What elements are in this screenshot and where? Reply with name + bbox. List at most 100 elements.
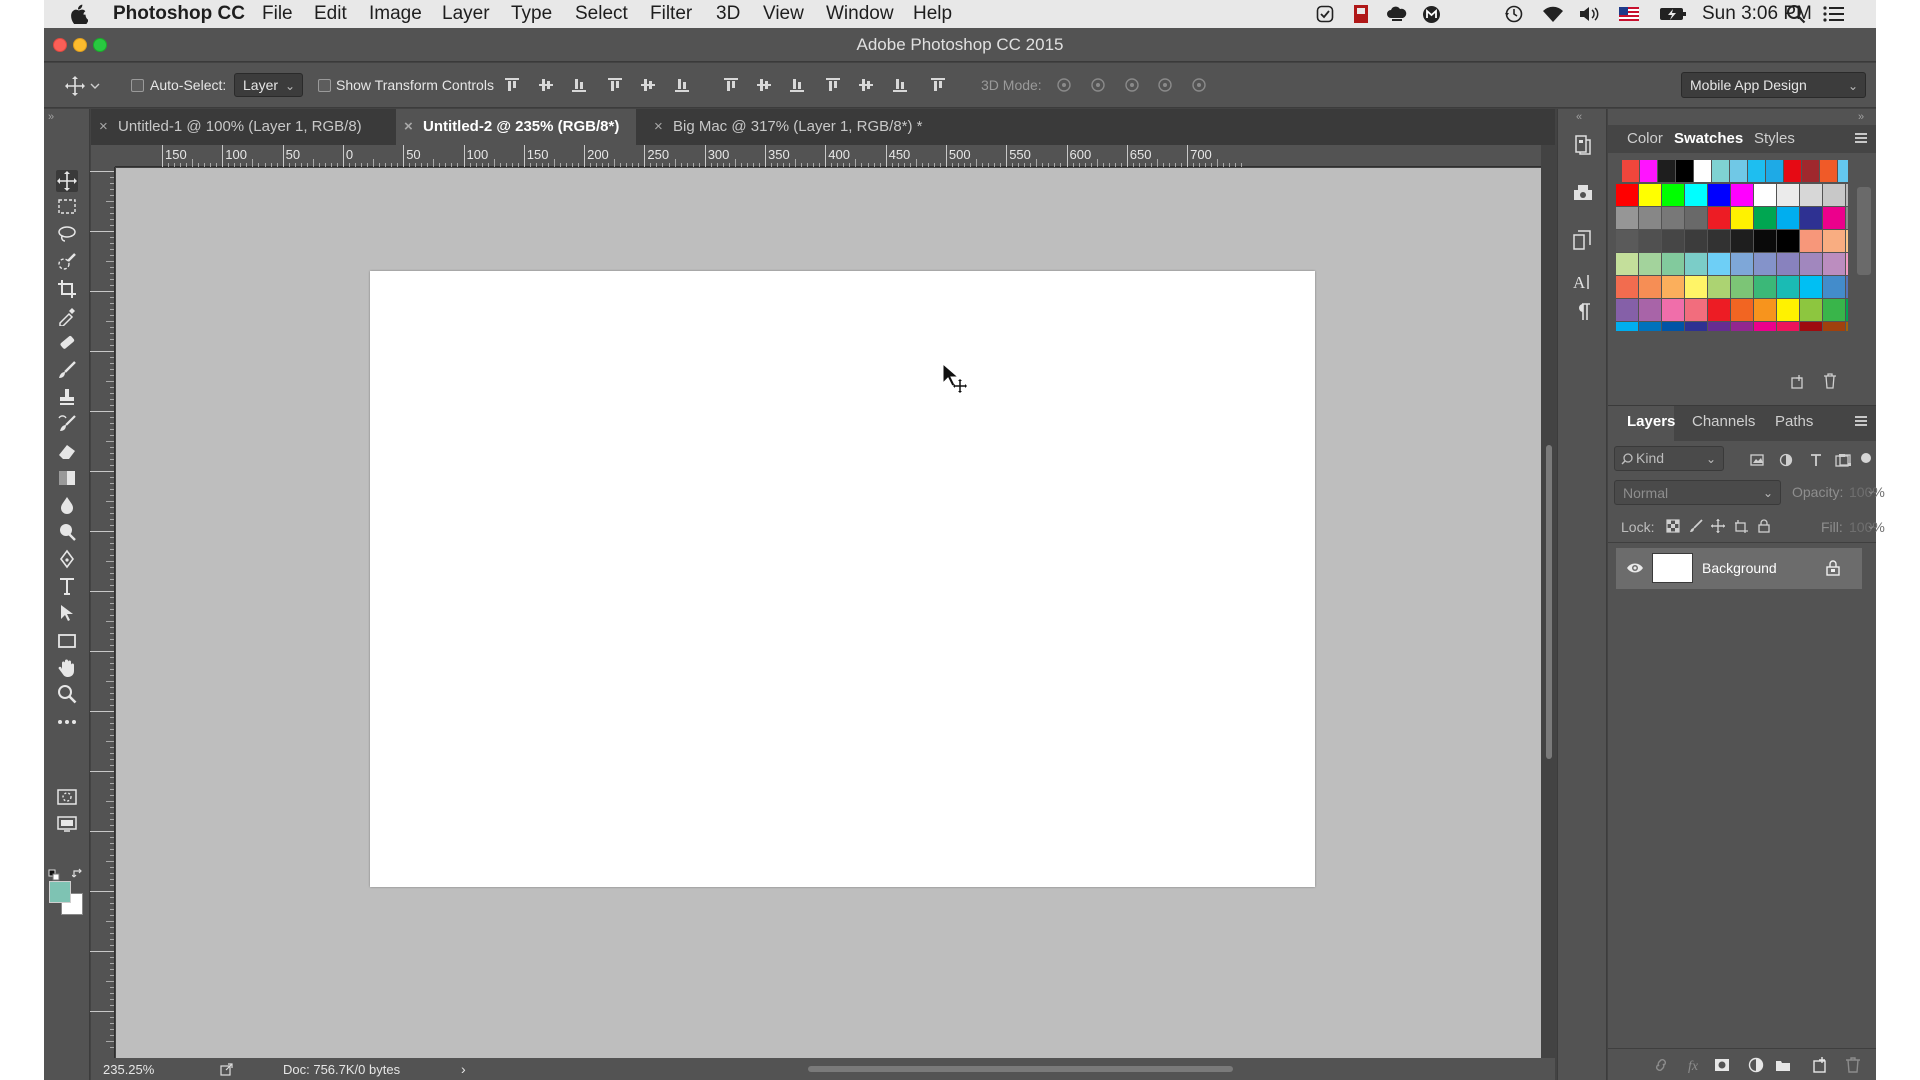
- delete-layer-icon[interactable]: [1844, 1056, 1862, 1074]
- distribute-bottom-icon[interactable]: [787, 75, 807, 95]
- tab-layers[interactable]: Layers: [1627, 413, 1675, 430]
- color-swatch[interactable]: [1754, 276, 1776, 298]
- color-swatch[interactable]: [1685, 184, 1707, 206]
- color-swatch[interactable]: [1708, 207, 1730, 229]
- roll-3d-icon[interactable]: [1088, 75, 1108, 95]
- color-swatch[interactable]: [1838, 160, 1848, 182]
- color-swatch[interactable]: [1823, 276, 1845, 298]
- color-swatch[interactable]: [1730, 160, 1747, 182]
- lock-position-icon[interactable]: [1710, 518, 1726, 534]
- tab-paths[interactable]: Paths: [1775, 413, 1813, 430]
- auto-align-icon[interactable]: [928, 75, 948, 95]
- move-tool-icon[interactable]: [56, 170, 78, 192]
- lock-artboard-icon[interactable]: [1733, 518, 1749, 534]
- color-swatch[interactable]: [1823, 253, 1845, 275]
- color-swatch[interactable]: [1823, 230, 1845, 252]
- m-icon[interactable]: [1421, 4, 1441, 24]
- screen-mode-icon[interactable]: [56, 813, 78, 835]
- blur-tool-icon[interactable]: [56, 494, 78, 516]
- align-bottom-edges-icon[interactable]: [569, 75, 589, 95]
- color-swatch[interactable]: [1708, 322, 1730, 331]
- color-swatch[interactable]: [1708, 230, 1730, 252]
- distribute-hcenter-icon[interactable]: [856, 75, 876, 95]
- blend-mode-dropdown[interactable]: Normal ⌄: [1614, 480, 1781, 505]
- close-tab-icon[interactable]: ×: [404, 118, 413, 135]
- time-machine-icon[interactable]: [1503, 4, 1525, 24]
- color-swatch[interactable]: [1616, 322, 1638, 331]
- color-swatch[interactable]: [1685, 322, 1707, 331]
- color-swatch[interactable]: [1777, 230, 1799, 252]
- color-swatch[interactable]: [1800, 276, 1822, 298]
- filter-smart-object-icon[interactable]: [1834, 452, 1850, 468]
- vertical-scrollbar[interactable]: [1541, 145, 1555, 1058]
- tab-untitled-1[interactable]: × Untitled-1 @ 100% (Layer 1, RGB/8): [91, 109, 386, 145]
- color-swatch[interactable]: [1800, 322, 1822, 331]
- chevron-down-icon[interactable]: [89, 78, 101, 94]
- horizontal-ruler[interactable]: 150 100 50 0 50 100 150 200 250 300 350 400 450 500 55…: [115, 145, 1541, 167]
- search-icon[interactable]: [1785, 4, 1807, 24]
- close-tab-icon[interactable]: ×: [654, 118, 663, 135]
- color-swatch[interactable]: [1662, 322, 1684, 331]
- vertical-ruler[interactable]: [90, 167, 115, 1058]
- color-swatch[interactable]: [1800, 184, 1822, 206]
- tab-styles[interactable]: Styles: [1754, 130, 1795, 147]
- color-swatch[interactable]: [1708, 253, 1730, 275]
- history-icon[interactable]: [1572, 134, 1594, 156]
- color-swatch[interactable]: [1616, 184, 1638, 206]
- collapse-icons-icon[interactable]: «: [1576, 111, 1582, 123]
- color-swatch[interactable]: [1616, 299, 1638, 321]
- paragraph-icon[interactable]: [1572, 301, 1594, 323]
- collapse-panels-icon[interactable]: »: [1858, 111, 1864, 123]
- color-swatch[interactable]: [1777, 253, 1799, 275]
- color-swatch[interactable]: [1846, 253, 1848, 275]
- color-swatch[interactable]: [1754, 184, 1776, 206]
- filter-pixel-icon[interactable]: [1749, 452, 1765, 468]
- menu-type[interactable]: Type: [511, 3, 552, 25]
- rotate-3d-icon[interactable]: [1054, 75, 1074, 95]
- color-swatch[interactable]: [1777, 322, 1799, 331]
- color-swatch[interactable]: [1823, 322, 1845, 331]
- color-swatch[interactable]: [1712, 160, 1729, 182]
- color-swatch[interactable]: [1777, 299, 1799, 321]
- pen-tool-icon[interactable]: [56, 548, 78, 570]
- color-swatch[interactable]: [1685, 253, 1707, 275]
- color-swatch[interactable]: [1731, 299, 1753, 321]
- new-layer-icon[interactable]: [1811, 1056, 1829, 1074]
- menu-file[interactable]: File: [262, 3, 293, 25]
- color-swatch[interactable]: [1708, 276, 1730, 298]
- color-swatch[interactable]: [1640, 160, 1657, 182]
- color-swatch[interactable]: [1662, 276, 1684, 298]
- color-swatch[interactable]: [1846, 299, 1848, 321]
- color-swatch[interactable]: [1639, 253, 1661, 275]
- menu-select[interactable]: Select: [575, 3, 628, 25]
- color-swatch[interactable]: [1662, 184, 1684, 206]
- eye-icon[interactable]: [1625, 559, 1645, 577]
- color-swatch[interactable]: [1676, 160, 1693, 182]
- layer-name[interactable]: Background: [1702, 560, 1777, 576]
- color-swatch[interactable]: [1708, 299, 1730, 321]
- eraser-tool-icon[interactable]: [56, 440, 78, 462]
- flashcard-icon[interactable]: [1351, 4, 1371, 24]
- menu-layer[interactable]: Layer: [442, 3, 490, 25]
- marquee-tool-icon[interactable]: [56, 196, 78, 218]
- quick-select-tool-icon[interactable]: [56, 251, 78, 273]
- add-mask-icon[interactable]: [1713, 1056, 1731, 1074]
- hand-tool-icon[interactable]: [56, 657, 78, 679]
- color-swatch[interactable]: [1639, 184, 1661, 206]
- canvas-area[interactable]: [116, 168, 1541, 1058]
- color-swatch[interactable]: [1685, 276, 1707, 298]
- swap-colors-icon[interactable]: [71, 867, 85, 881]
- document-canvas[interactable]: [370, 271, 1315, 887]
- layer-thumbnail[interactable]: [1652, 553, 1693, 583]
- menu-image[interactable]: Image: [369, 3, 422, 25]
- dodge-tool-icon[interactable]: [56, 521, 78, 543]
- ruler-origin[interactable]: [91, 145, 115, 167]
- status-menu-arrow[interactable]: ›: [461, 1061, 466, 1077]
- color-swatch[interactable]: [1777, 207, 1799, 229]
- tab-big-mac[interactable]: × Big Mac @ 317% (Layer 1, RGB/8*) *: [646, 109, 946, 145]
- brush-tool-icon[interactable]: [56, 359, 78, 381]
- chevron-down-icon[interactable]: ⌄: [1866, 483, 1876, 497]
- color-swatch[interactable]: [1823, 299, 1845, 321]
- color-swatch[interactable]: [1731, 253, 1753, 275]
- align-left-edges-icon[interactable]: [605, 75, 625, 95]
